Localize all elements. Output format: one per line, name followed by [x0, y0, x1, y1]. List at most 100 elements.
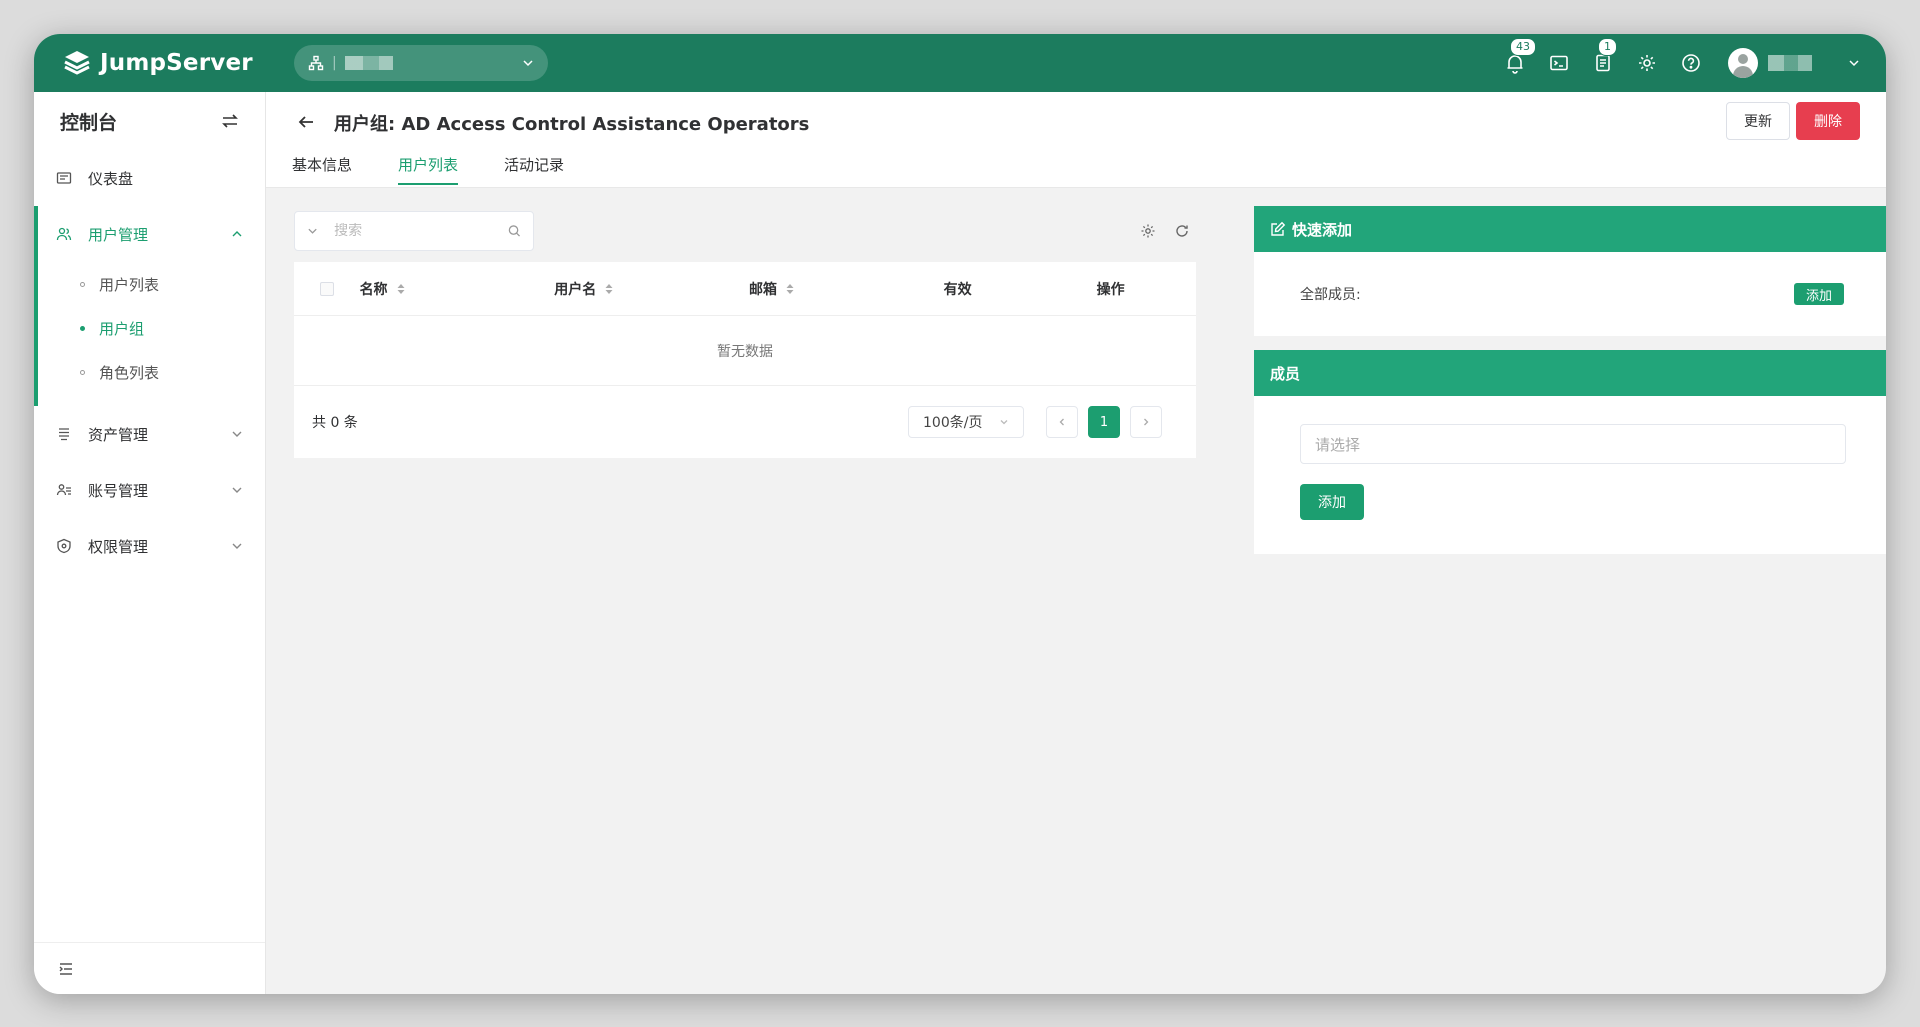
column-actions: 操作 [1096, 281, 1125, 298]
sidebar-item-permission-management[interactable]: 权限管理 [34, 518, 265, 574]
pagination: 共 0 条 100条/页 1 [294, 386, 1196, 458]
chevron-down-icon [523, 60, 533, 67]
tab-activity-log[interactable]: 活动记录 [504, 154, 564, 185]
all-members-label: 全部成员: [1300, 287, 1361, 303]
sidebar-item-account-management[interactable]: 账号管理 [34, 462, 265, 518]
main-content: 用户组: AD Access Control Assistance Operat… [266, 92, 1886, 994]
page-title: 用户组: AD Access Control Assistance Operat… [334, 114, 810, 135]
ticket-badge: 1 [1598, 38, 1617, 56]
delete-button[interactable]: 删除 [1796, 102, 1860, 140]
notifications-button[interactable]: 43 [1504, 38, 1536, 74]
quick-add-header: 快速添加 [1254, 206, 1886, 252]
sidebar-title: 控制台 [60, 111, 118, 134]
shield-icon [57, 538, 71, 554]
top-bar: JumpServer | 43 1 [34, 34, 1886, 92]
terminal-icon [1550, 55, 1568, 71]
search-input[interactable] [334, 223, 509, 239]
tickets-button[interactable]: 1 [1592, 38, 1617, 74]
column-email[interactable]: 邮箱 [749, 279, 944, 299]
user-name-redacted[interactable] [1768, 55, 1832, 71]
empty-state: 暂无数据 [294, 316, 1196, 386]
sidebar-item-label: 账号管理 [88, 481, 149, 500]
sidebar-subitem-label: 用户列表 [99, 275, 160, 294]
tab-user-list[interactable]: 用户列表 [398, 154, 459, 185]
sidebar: 控制台 仪表盘 用户管理 用户列表 用户组 角色列表 资产管理 账号管理 权限管… [34, 92, 266, 994]
app-name: JumpServer [100, 50, 253, 76]
collapse-sidebar-icon[interactable] [58, 961, 74, 977]
page-number-button[interactable]: 1 [1088, 406, 1120, 438]
sidebar-subitem-user-list[interactable]: 用户列表 [34, 262, 265, 306]
switch-view-icon[interactable] [221, 112, 239, 130]
sort-icon [786, 283, 794, 294]
add-member-button[interactable]: 添加 [1300, 484, 1364, 520]
quick-add-button[interactable]: 添加 [1793, 283, 1844, 305]
users-icon [56, 227, 72, 241]
search-icon[interactable] [508, 224, 521, 238]
chevron-down-icon [1000, 420, 1008, 425]
column-username[interactable]: 用户名 [554, 279, 749, 299]
sidebar-item-label: 资产管理 [88, 425, 149, 444]
search-box[interactable] [294, 211, 534, 251]
column-valid: 有效 [943, 281, 972, 298]
members-panel: 成员 请选择 添加 [1254, 350, 1886, 554]
member-panels: 快速添加 全部成员: 添加 成员 请选择 添加 [1254, 206, 1886, 568]
sidebar-item-label: 仪表盘 [88, 169, 134, 188]
notification-badge: 43 [1510, 38, 1536, 56]
quick-add-panel: 快速添加 全部成员: 添加 [1254, 206, 1886, 336]
sidebar-subitem-role-list[interactable]: 角色列表 [34, 350, 265, 394]
assets-icon [59, 428, 69, 441]
prev-page-button[interactable] [1046, 406, 1078, 438]
sidebar-item-asset-management[interactable]: 资产管理 [34, 406, 265, 462]
column-name[interactable]: 名称 [360, 279, 555, 299]
help-button[interactable] [1680, 52, 1702, 74]
organization-icon [308, 55, 324, 71]
sidebar-item-user-management[interactable]: 用户管理 [34, 206, 265, 262]
table-toolbar [294, 206, 1196, 256]
sidebar-subitem-label: 用户组 [99, 319, 145, 338]
chevron-down-icon [232, 543, 242, 549]
back-arrow-icon[interactable] [296, 112, 316, 132]
member-select-placeholder: 请选择 [1315, 435, 1361, 454]
chevron-down-icon[interactable] [307, 225, 318, 237]
dashboard-icon [56, 172, 72, 184]
update-button[interactable]: 更新 [1726, 102, 1790, 140]
accounts-icon [56, 484, 71, 496]
chevron-down-icon[interactable] [1848, 57, 1860, 69]
refresh-icon[interactable] [1174, 223, 1190, 239]
table-header: 名称 用户名 邮箱 有效 操作 [294, 262, 1196, 316]
logo[interactable]: JumpServer [62, 48, 276, 78]
next-page-button[interactable] [1130, 406, 1162, 438]
help-icon [1682, 54, 1700, 72]
quick-add-title: 快速添加 [1292, 220, 1353, 239]
sidebar-subitem-user-group[interactable]: 用户组 [34, 306, 265, 350]
chevron-down-icon [232, 431, 242, 437]
organization-select[interactable]: | [294, 45, 548, 81]
chevron-down-icon [232, 487, 242, 493]
sidebar-item-label: 权限管理 [88, 537, 149, 556]
app-window: JumpServer | 43 1 控制台 仪表盘 用户管理 用户列表 用户组 … [34, 34, 1886, 994]
settings-button[interactable] [1636, 52, 1658, 74]
total-count: 共 0 条 [312, 415, 358, 431]
gear-icon [1639, 55, 1655, 71]
tab-basic-info[interactable]: 基本信息 [292, 154, 352, 185]
sidebar-item-dashboard[interactable]: 仪表盘 [34, 150, 265, 206]
sidebar-group-users: 用户管理 用户列表 用户组 角色列表 [34, 206, 265, 406]
table-settings-icon[interactable] [1140, 223, 1156, 239]
tabs: 基本信息 用户列表 活动记录 [292, 154, 610, 185]
sort-icon [397, 283, 405, 294]
page-header: 用户组: AD Access Control Assistance Operat… [266, 92, 1886, 188]
jumpserver-logo-icon [64, 51, 90, 75]
member-select[interactable]: 请选择 [1300, 424, 1846, 464]
chevron-left-icon [1059, 418, 1064, 426]
chevron-right-icon [1144, 418, 1149, 426]
web-terminal-button[interactable] [1548, 52, 1570, 74]
select-all-checkbox[interactable] [319, 281, 334, 296]
members-title: 成员 [1270, 364, 1301, 383]
members-header: 成员 [1254, 350, 1886, 396]
organization-name-redacted [344, 56, 522, 70]
sidebar-item-label: 用户管理 [88, 225, 149, 244]
user-table: 名称 用户名 邮箱 有效 操作 暂无数据 共 0 条 100条/页 1 [294, 262, 1196, 458]
avatar[interactable] [1728, 48, 1758, 78]
sidebar-footer [34, 942, 265, 994]
page-size-select[interactable]: 100条/页 [908, 406, 1024, 438]
